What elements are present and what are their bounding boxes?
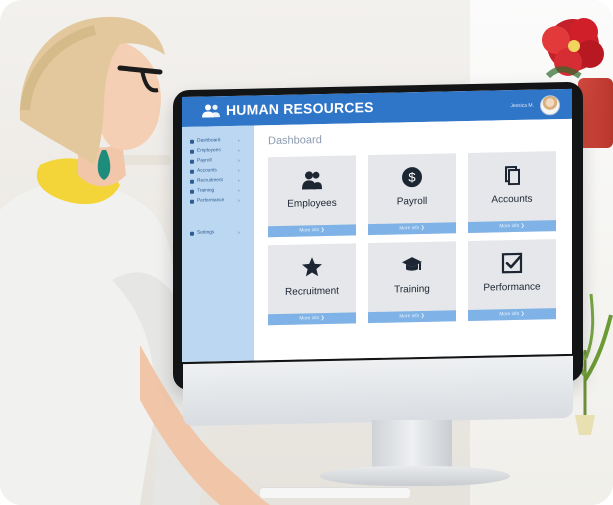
sidebar-item-label: Settings xyxy=(197,230,215,236)
card-icon xyxy=(368,253,456,277)
brand-title: HUMAN RESOURCES xyxy=(226,98,374,119)
chevron-right-icon: › xyxy=(238,187,240,194)
sidebar-item-payroll[interactable]: Payroll › xyxy=(190,158,240,164)
card-icon: $ xyxy=(368,165,456,189)
employees-icon xyxy=(302,171,322,190)
svg-text:$: $ xyxy=(408,170,416,185)
page-title: Dashboard xyxy=(268,134,322,148)
sidebar-item-accounts[interactable]: Accounts › xyxy=(190,168,240,174)
card-payroll[interactable]: $ Payroll More info ❯ xyxy=(368,153,456,236)
chevron-right-icon: › xyxy=(238,167,240,174)
more-info-link[interactable]: More info ❯ xyxy=(468,220,556,234)
card-accounts[interactable]: Accounts More info ❯ xyxy=(468,151,556,234)
graduation-cap-icon xyxy=(402,257,422,271)
recruitment-icon xyxy=(190,179,194,184)
card-employees[interactable]: Employees More info ❯ xyxy=(268,155,356,238)
user-menu[interactable]: Jessica M. xyxy=(510,95,560,116)
sidebar-item-label: Accounts xyxy=(197,168,217,174)
sidebar-item-label: Recruitment xyxy=(197,178,223,184)
sidebar-item-training[interactable]: Training › xyxy=(190,188,240,194)
photo: HUMAN RESOURCES Jessica M. Dashboard › E… xyxy=(0,0,613,505)
sidebar: Dashboard › Employees › Payroll › Accoun… xyxy=(182,125,254,362)
chevron-right-icon: › xyxy=(238,229,240,236)
monitor-stand-base xyxy=(320,466,510,486)
sidebar-item-dashboard[interactable]: Dashboard › xyxy=(190,138,240,144)
sidebar-item-label: Payroll xyxy=(197,158,212,164)
performance-icon xyxy=(190,199,194,204)
sidebar-item-label: Dashboard xyxy=(197,138,221,144)
accounts-icon xyxy=(190,169,194,174)
card-icon xyxy=(268,167,356,191)
training-icon xyxy=(190,189,194,194)
sidebar-item-label: Performance xyxy=(197,198,225,204)
card-label: Training xyxy=(394,283,430,296)
more-info-link[interactable]: More info ❯ xyxy=(268,312,356,326)
chevron-right-icon: › xyxy=(238,177,240,184)
people-icon xyxy=(202,104,220,118)
sidebar-item-performance[interactable]: Performance › xyxy=(190,198,240,204)
chevron-right-icon: › xyxy=(238,147,240,154)
card-icon xyxy=(468,163,556,187)
chevron-right-icon: › xyxy=(238,197,240,204)
dashboard-icon xyxy=(190,139,194,144)
settings-icon xyxy=(190,231,194,236)
card-label: Employees xyxy=(287,197,337,210)
chevron-right-icon: › xyxy=(238,157,240,164)
card-performance[interactable]: Performance More info ❯ xyxy=(468,239,556,322)
keyboard xyxy=(260,488,410,498)
monitor-chin xyxy=(183,355,573,427)
sidebar-item-employees[interactable]: Employees › xyxy=(190,148,240,154)
sidebar-item-recruitment[interactable]: Recruitment › xyxy=(190,178,240,184)
checkbox-icon xyxy=(501,252,523,274)
more-info-link[interactable]: More info ❯ xyxy=(368,222,456,236)
card-label: Recruitment xyxy=(285,285,339,298)
accounts-icon xyxy=(505,165,520,186)
avatar[interactable] xyxy=(540,95,560,116)
card-training[interactable]: Training More info ❯ xyxy=(368,241,456,324)
card-label: Payroll xyxy=(396,195,428,208)
recruitment-icon xyxy=(302,257,322,277)
screen: HUMAN RESOURCES Jessica M. Dashboard › E… xyxy=(182,88,572,363)
employees-icon xyxy=(190,149,194,154)
more-info-link[interactable]: More info ❯ xyxy=(468,308,556,322)
chevron-right-icon: › xyxy=(238,137,240,144)
payroll-icon xyxy=(190,159,194,164)
card-icon xyxy=(468,251,556,275)
more-info-link[interactable]: More info ❯ xyxy=(368,310,456,324)
more-info-link[interactable]: More info ❯ xyxy=(268,224,356,238)
monitor-stand-neck xyxy=(372,420,452,472)
brand: HUMAN RESOURCES xyxy=(202,99,374,119)
card-label: Performance xyxy=(483,281,541,294)
payroll-icon: $ xyxy=(402,167,422,188)
red-vase xyxy=(578,78,613,148)
sidebar-item-label: Training xyxy=(197,188,215,194)
main-content: Dashboard Employees More info ❯ $ Payrol… xyxy=(254,118,572,361)
card-label: Accounts xyxy=(491,193,533,206)
card-icon xyxy=(268,255,356,279)
sidebar-item-settings[interactable]: Settings › xyxy=(190,230,240,236)
sidebar-item-label: Employees xyxy=(197,148,221,154)
card-recruitment[interactable]: Recruitment More info ❯ xyxy=(268,243,356,326)
user-name: Jessica M. xyxy=(510,102,534,110)
